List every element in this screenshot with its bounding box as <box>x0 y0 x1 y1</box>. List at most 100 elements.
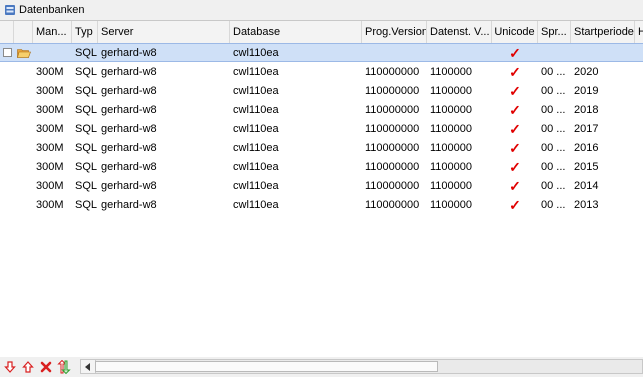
cell-startperiode: 2018 <box>574 103 599 116</box>
cell-prog-version: 110000000 <box>365 84 420 97</box>
cell-server: gerhard-w8 <box>101 65 157 78</box>
header-unicode[interactable]: Unicode <box>492 21 538 43</box>
cell-spr: 00 ... <box>541 141 566 154</box>
table-row[interactable]: 300M SQL gerhard-w8 cwl110ea 110000000 110000… <box>0 62 643 81</box>
cell-server: gerhard-w8 <box>101 198 157 211</box>
database-grid[interactable]: Man... Typ Server Database Prog.Version … <box>0 20 643 358</box>
cell-prog-version <box>362 44 427 61</box>
cell-startperiode: 2016 <box>574 141 599 154</box>
unicode-check-icon: ✓ <box>509 120 521 137</box>
cell-startperiode: 2013 <box>574 198 599 211</box>
cell-database: cwl110ea <box>233 84 279 97</box>
window-title: Datenbanken <box>19 4 85 16</box>
cell-database: cwl110ea <box>233 160 279 173</box>
cell-server: gerhard-w8 <box>101 46 157 59</box>
unicode-check-icon: ✓ <box>509 196 521 213</box>
row-select-box[interactable] <box>2 48 12 57</box>
table-row[interactable]: 300M SQL gerhard-w8 cwl110ea 110000000 110000… <box>0 195 643 214</box>
cell-startperiode <box>571 44 635 61</box>
folder-open-icon <box>14 44 33 61</box>
header-datenst-version[interactable]: Datenst. V... <box>427 21 492 43</box>
footer-toolbar <box>0 357 643 377</box>
cell-database: cwl110ea <box>233 141 279 154</box>
cell-spr <box>538 44 571 61</box>
cell-database: cwl110ea <box>233 122 279 135</box>
window-titlebar: Datenbanken <box>0 0 643 20</box>
arrow-up-icon[interactable] <box>20 359 36 375</box>
arrow-down-icon[interactable] <box>2 359 18 375</box>
unicode-check-icon: ✓ <box>509 63 521 80</box>
horizontal-scrollbar[interactable] <box>80 359 643 374</box>
unicode-check-icon: ✓ <box>509 139 521 156</box>
cell-datenst-version <box>427 44 492 61</box>
cell-datenst-version: 1100000 <box>430 179 473 192</box>
cell-man: 300M <box>36 122 64 135</box>
cell-startperiode: 2017 <box>574 122 599 135</box>
cell-datenst-version: 1100000 <box>430 103 473 116</box>
cell-typ: SQL <box>75 46 98 59</box>
header-h[interactable]: H <box>635 21 643 43</box>
scroll-left-arrow-icon[interactable] <box>81 360 96 373</box>
cell-datenst-version: 1100000 <box>430 65 473 78</box>
table-row[interactable]: 300M SQL gerhard-w8 cwl110ea 110000000 110000… <box>0 157 643 176</box>
table-row[interactable]: 300M SQL gerhard-w8 cwl110ea 110000000 110000… <box>0 100 643 119</box>
unicode-check-icon: ✓ <box>509 82 521 99</box>
sort-icon[interactable] <box>56 359 72 375</box>
row-selector[interactable] <box>0 44 14 61</box>
cell-typ: SQL <box>75 103 98 116</box>
cell-typ: SQL <box>75 198 98 211</box>
header-typ[interactable]: Typ <box>72 21 98 43</box>
cell-prog-version: 110000000 <box>365 65 420 78</box>
cell-man: 300M <box>36 160 64 173</box>
cell-startperiode: 2019 <box>574 84 599 97</box>
cell-prog-version: 110000000 <box>365 160 420 173</box>
cell-startperiode: 2020 <box>574 65 599 78</box>
cell-startperiode: 2015 <box>574 160 599 173</box>
table-row[interactable]: 300M SQL gerhard-w8 cwl110ea 110000000 110000… <box>0 119 643 138</box>
table-row-selected[interactable]: SQL gerhard-w8 cwl110ea ✓ <box>0 43 643 62</box>
cell-datenst-version: 1100000 <box>430 122 473 135</box>
cell-typ: SQL <box>75 84 98 97</box>
cell-prog-version: 110000000 <box>365 141 420 154</box>
table-row[interactable]: 300M SQL gerhard-w8 cwl110ea 110000000 110000… <box>0 176 643 195</box>
scrollbar-thumb[interactable] <box>95 361 438 372</box>
cell-spr: 00 ... <box>541 198 566 211</box>
cell-database: cwl110ea <box>233 46 279 59</box>
header-select[interactable] <box>0 21 14 43</box>
header-spr[interactable]: Spr... <box>538 21 571 43</box>
cell-man: 300M <box>36 103 64 116</box>
header-man[interactable]: Man... <box>33 21 72 43</box>
delete-icon[interactable] <box>38 359 54 375</box>
cell-man: 300M <box>36 179 64 192</box>
cell-datenst-version: 1100000 <box>430 160 473 173</box>
cell-startperiode: 2014 <box>574 179 599 192</box>
cell-server: gerhard-w8 <box>101 122 157 135</box>
cell-prog-version: 110000000 <box>365 103 420 116</box>
cell-datenst-version: 1100000 <box>430 198 473 211</box>
cell-prog-version: 110000000 <box>365 198 420 211</box>
cell-typ: SQL <box>75 179 98 192</box>
cell-server: gerhard-w8 <box>101 160 157 173</box>
header-startperiode[interactable]: Startperiode <box>571 21 635 43</box>
unicode-check-icon: ✓ <box>509 101 521 118</box>
cell-man: 300M <box>36 65 64 78</box>
header-prog-version[interactable]: Prog.Version <box>362 21 427 43</box>
header-database[interactable]: Database <box>230 21 362 43</box>
header-server[interactable]: Server <box>98 21 230 43</box>
cell-server: gerhard-w8 <box>101 179 157 192</box>
cell-server: gerhard-w8 <box>101 141 157 154</box>
cell-database: cwl110ea <box>233 103 279 116</box>
cell-server: gerhard-w8 <box>101 103 157 116</box>
header-icon[interactable] <box>14 21 33 43</box>
database-icon <box>5 5 15 15</box>
cell-man: 300M <box>36 84 64 97</box>
unicode-check-icon: ✓ <box>509 158 521 175</box>
table-row[interactable]: 300M SQL gerhard-w8 cwl110ea 110000000 110000… <box>0 138 643 157</box>
cell-man: 300M <box>36 141 64 154</box>
cell-man <box>33 44 72 61</box>
cell-spr: 00 ... <box>541 65 566 78</box>
cell-database: cwl110ea <box>233 65 279 78</box>
cell-database: cwl110ea <box>233 179 279 192</box>
cell-datenst-version: 1100000 <box>430 84 473 97</box>
table-row[interactable]: 300M SQL gerhard-w8 cwl110ea 110000000 110000… <box>0 81 643 100</box>
